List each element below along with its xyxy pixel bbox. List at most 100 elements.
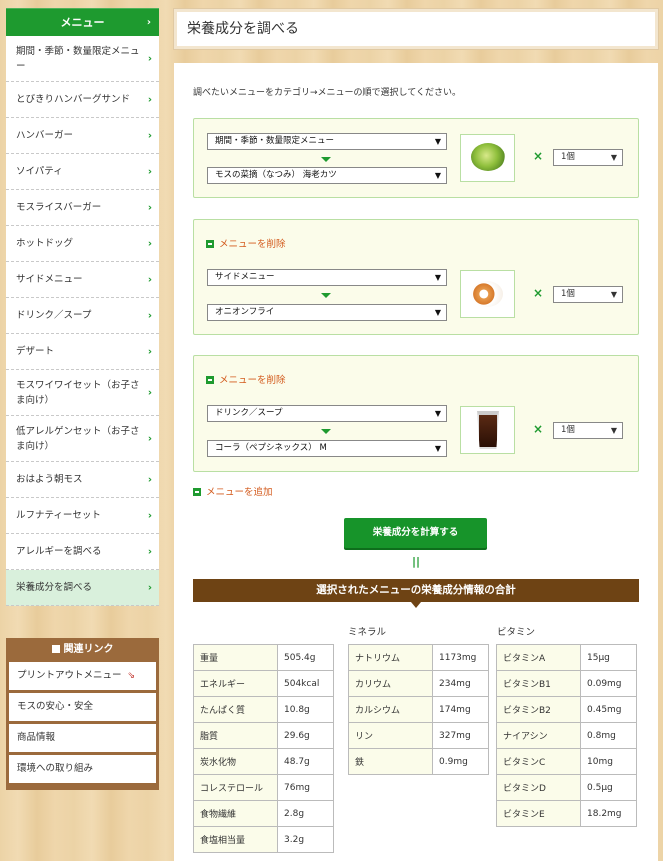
main-panel: 調べたいメニューをカテゴリ→メニューの順で選択してください。 期間・季節・数量限… bbox=[174, 63, 658, 861]
table-row: たんぱく質 10.8g bbox=[193, 696, 334, 723]
menu-select[interactable]: オニオンフライ ▼ bbox=[207, 304, 447, 321]
category-select[interactable]: サイドメニュー ▼ bbox=[207, 269, 447, 286]
chevron-right-icon: › bbox=[147, 510, 152, 521]
nutrient-value: 10.8g bbox=[277, 696, 334, 723]
onion-rings-icon bbox=[471, 281, 503, 307]
menu-select-value: モスの菜摘（なつみ） 海老カツ bbox=[215, 170, 337, 180]
sidebar-item-ruhuna-tea[interactable]: ルフナティーセット › bbox=[6, 498, 159, 534]
category-select-value: 期間・季節・数量限定メニュー bbox=[215, 136, 335, 146]
related-link-environment[interactable]: 環境への取り組み bbox=[9, 755, 156, 783]
pdf-icon: ⇘ bbox=[127, 671, 136, 681]
delete-menu-link[interactable]: メニューを削除 bbox=[206, 372, 286, 386]
chevron-right-icon: › bbox=[147, 53, 152, 64]
sidebar-item-hamburg-sand[interactable]: とびきりハンバーグサンド › bbox=[6, 82, 159, 118]
sidebar-item-rice-burger[interactable]: モスライスバーガー › bbox=[6, 190, 159, 226]
related-link-products[interactable]: 商品情報 bbox=[9, 724, 156, 752]
sidebar-item-low-allergen[interactable]: 低アレルゲンセット（お子さま向け） › bbox=[6, 416, 159, 462]
menu-select[interactable]: コーラ（ペプシネックス） M ▼ bbox=[207, 440, 447, 457]
chevron-right-icon: › bbox=[147, 166, 152, 177]
sidebar-item-label: ルフナティーセット bbox=[16, 510, 101, 521]
selection-card-3: メニューを削除 ドリンク／スープ ▼ コーラ（ペプシネックス） M ▼ × 1個 ▼ bbox=[193, 355, 639, 472]
cola-icon bbox=[477, 411, 499, 449]
table-row: 食塩相当量 3.2g bbox=[193, 826, 334, 853]
chevron-right-icon: › bbox=[147, 346, 152, 357]
sidebar-item-label: モスライスバーガー bbox=[16, 202, 102, 213]
sidebar-item-label: ドリンク／スープ bbox=[16, 310, 92, 321]
sidebar-menu: メニュー › 期間・季節・数量限定メニュー › とびきりハンバーグサンド › ハンバ… bbox=[6, 8, 159, 606]
table-row: カリウム 234mg bbox=[348, 670, 489, 697]
multiply-icon: × bbox=[533, 149, 544, 163]
sidebar-item-label: デザート bbox=[16, 346, 55, 357]
sidebar-item-limited[interactable]: 期間・季節・数量限定メニュー › bbox=[6, 36, 159, 82]
sidebar-item-morning[interactable]: おはよう朝モス › bbox=[6, 462, 159, 498]
nutrient-value: 174mg bbox=[432, 696, 489, 723]
table-row: 脂質 29.6g bbox=[193, 722, 334, 749]
sidebar-item-drink-soup[interactable]: ドリンク／スープ › bbox=[6, 298, 159, 334]
quantity-select[interactable]: 1個 ▼ bbox=[553, 286, 623, 303]
nutrient-value: 0.5μg bbox=[580, 774, 637, 801]
nutrient-name: ビタミンD bbox=[496, 774, 581, 801]
dropdown-arrow-icon: ▼ bbox=[434, 171, 441, 180]
nutrient-name: ビタミンE bbox=[496, 800, 581, 827]
result-title: 選択されたメニューの栄養成分情報の合計 bbox=[316, 584, 516, 596]
sidebar-item-allergy[interactable]: アレルギーを調べる › bbox=[6, 534, 159, 570]
nutrient-name: カリウム bbox=[348, 670, 433, 697]
category-select[interactable]: 期間・季節・数量限定メニュー ▼ bbox=[207, 133, 447, 150]
nutrient-name: コレステロール bbox=[193, 774, 278, 801]
minus-icon bbox=[206, 240, 214, 248]
sidebar-item-label: 低アレルゲンセット（お子さま向け） bbox=[16, 425, 140, 452]
quantity-select[interactable]: 1個 ▼ bbox=[553, 149, 623, 166]
dropdown-arrow-icon: ▼ bbox=[610, 290, 617, 299]
nutrient-value: 2.8g bbox=[277, 800, 334, 827]
equals-icon: || bbox=[412, 555, 421, 568]
quantity-value: 1個 bbox=[561, 289, 575, 299]
dropdown-arrow-icon: ▼ bbox=[610, 153, 617, 162]
sidebar-item-hotdog[interactable]: ホットドッグ › bbox=[6, 226, 159, 262]
table-row: ナイアシン 0.8mg bbox=[496, 722, 637, 749]
nutrient-name: 炭水化物 bbox=[193, 748, 278, 775]
quantity-value: 1個 bbox=[561, 425, 575, 435]
sidebar-item-waiwai-set[interactable]: モスワイワイセット（お子さま向け） › bbox=[6, 370, 159, 416]
sidebar-item-nutrition[interactable]: 栄養成分を調べる › bbox=[6, 570, 159, 606]
menu-select[interactable]: モスの菜摘（なつみ） 海老カツ ▼ bbox=[207, 167, 447, 184]
basic-nutrition-table: 重量 505.4g エネルギー 504kcal たんぱく質 10.8g 脂質 29.6g 炭水化… bbox=[193, 644, 334, 853]
vitamin-label: ビタミン bbox=[497, 627, 536, 638]
nutrient-value: 0.9mg bbox=[432, 748, 489, 775]
chevron-right-icon: › bbox=[147, 546, 152, 557]
delete-menu-link[interactable]: メニューを削除 bbox=[206, 236, 286, 250]
sidebar-item-soy-patty[interactable]: ソイパティ › bbox=[6, 154, 159, 190]
nutrient-value: 15μg bbox=[580, 644, 637, 671]
menu-thumbnail bbox=[460, 406, 515, 454]
nutrient-name: ビタミンB2 bbox=[496, 696, 581, 723]
nutrient-value: 504kcal bbox=[277, 670, 334, 697]
category-select[interactable]: ドリンク／スープ ▼ bbox=[207, 405, 447, 422]
related-link-safety[interactable]: モスの安心・安全 bbox=[9, 693, 156, 721]
sidebar-item-side[interactable]: サイドメニュー › bbox=[6, 262, 159, 298]
related-link-label: プリントアウトメニュー bbox=[17, 670, 122, 681]
calculate-button[interactable]: 栄養成分を計算する bbox=[344, 518, 487, 548]
pointer-icon bbox=[411, 602, 421, 608]
table-row: コレステロール 76mg bbox=[193, 774, 334, 801]
delete-menu-label: メニューを削除 bbox=[219, 239, 286, 250]
dropdown-arrow-icon: ▼ bbox=[434, 273, 441, 282]
related-link-printout[interactable]: プリントアウトメニュー ⇘ bbox=[9, 662, 156, 690]
table-row: ビタミンB2 0.45mg bbox=[496, 696, 637, 723]
menu-select-value: オニオンフライ bbox=[215, 307, 275, 317]
menu-header[interactable]: メニュー › bbox=[6, 8, 159, 36]
sidebar-item-label: おはよう朝モス bbox=[16, 474, 83, 485]
chevron-right-icon: › bbox=[147, 274, 152, 285]
nutrient-name: 脂質 bbox=[193, 722, 278, 749]
sidebar-item-dessert[interactable]: デザート › bbox=[6, 334, 159, 370]
dropdown-arrow-icon: ▼ bbox=[434, 137, 441, 146]
nutrient-value: 18.2mg bbox=[580, 800, 637, 827]
nutrient-value: 0.09mg bbox=[580, 670, 637, 697]
sidebar-item-hamburger[interactable]: ハンバーガー › bbox=[6, 118, 159, 154]
related-links: 関連リンク プリントアウトメニュー ⇘ モスの安心・安全 商品情報 環境への取り組… bbox=[6, 638, 159, 790]
chevron-right-icon: › bbox=[147, 310, 152, 321]
menu-header-label: メニュー bbox=[60, 16, 105, 29]
table-row: 食物繊維 2.8g bbox=[193, 800, 334, 827]
add-menu-link[interactable]: メニューを追加 bbox=[193, 484, 273, 498]
table-row: ビタミンD 0.5μg bbox=[496, 774, 637, 801]
quantity-select[interactable]: 1個 ▼ bbox=[553, 422, 623, 439]
related-link-label: モスの安心・安全 bbox=[17, 701, 94, 712]
